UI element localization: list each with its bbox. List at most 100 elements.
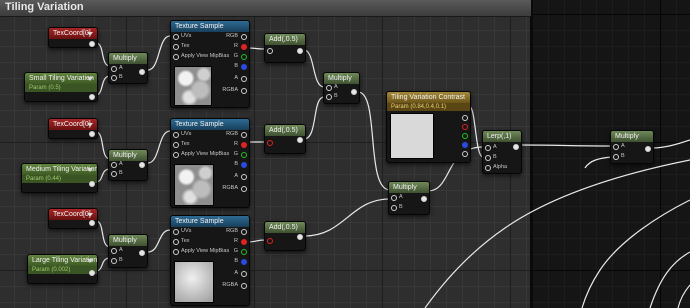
input-pin-icon[interactable] — [391, 195, 397, 201]
add-node-1[interactable]: Add(,0.5) — [264, 33, 306, 63]
material-graph[interactable]: Tiling Variation TexCoord[0] Small Tilin… — [0, 0, 690, 308]
input-pin-icon[interactable] — [173, 152, 179, 158]
input-pin-icon[interactable] — [326, 94, 332, 100]
dropdown-arrow-icon[interactable] — [87, 259, 93, 263]
input-pin-icon[interactable] — [111, 171, 117, 177]
input-pin-icon[interactable] — [111, 258, 117, 264]
output-pin-icon[interactable] — [241, 132, 247, 138]
output-pin-icon[interactable] — [89, 41, 95, 47]
output-pin-icon[interactable] — [513, 144, 519, 150]
multiply-node-5[interactable]: Multiply A B — [388, 181, 430, 215]
input-pin-icon[interactable] — [267, 48, 273, 54]
output-pin-icon[interactable] — [462, 115, 468, 121]
texture-sample-node-2[interactable]: Texture Sample UVs Tex Apply View MipBia… — [170, 118, 250, 208]
output-pin-icon[interactable] — [645, 146, 651, 152]
dropdown-arrow-icon[interactable] — [87, 32, 93, 36]
output-pin-icon[interactable] — [241, 186, 247, 192]
output-pin-icon[interactable] — [89, 94, 95, 100]
output-pin-icon[interactable] — [241, 229, 247, 235]
input-pin-icon[interactable] — [173, 34, 179, 40]
texcoord-node-3[interactable]: TexCoord[0] — [48, 208, 98, 229]
multiply-node-6[interactable]: Multiply A B — [610, 130, 654, 164]
param-large-tiling-variation[interactable]: Large Tiling Variation Param (0.002) — [27, 254, 98, 284]
output-pin-icon[interactable] — [462, 133, 468, 139]
texture-sample-node-3[interactable]: Texture Sample UVs Tex Apply View MipBia… — [170, 215, 250, 306]
add-node-3[interactable]: Add(,0.5) — [264, 221, 306, 251]
input-pin-icon[interactable] — [173, 239, 179, 245]
pin-label-g: G — [233, 53, 238, 59]
output-pin-icon[interactable] — [241, 283, 247, 289]
output-pin-icon[interactable] — [241, 88, 247, 94]
output-pin-icon[interactable] — [139, 250, 145, 256]
panel-divider[interactable] — [530, 0, 533, 308]
input-pin-icon[interactable] — [111, 162, 117, 168]
output-pin-icon[interactable] — [241, 54, 247, 60]
output-pin-icon[interactable] — [139, 162, 145, 168]
output-pin-icon[interactable] — [89, 181, 95, 187]
output-pin-icon[interactable] — [241, 44, 247, 50]
pin-label-tex: Tex — [181, 43, 190, 49]
output-pin-icon[interactable] — [241, 259, 247, 265]
output-pin-icon[interactable] — [241, 249, 247, 255]
output-pin-icon[interactable] — [89, 270, 95, 276]
input-pin-icon[interactable] — [485, 165, 491, 171]
multiply-node-1[interactable]: Multiply A B — [108, 52, 148, 84]
input-pin-icon[interactable] — [173, 142, 179, 148]
add-node-2[interactable]: Add(,0.5) — [264, 124, 306, 154]
input-pin-icon[interactable] — [613, 154, 619, 160]
output-pin-icon[interactable] — [297, 234, 303, 240]
output-pin-icon[interactable] — [89, 220, 95, 226]
output-pin-icon[interactable] — [421, 196, 427, 202]
dropdown-arrow-icon[interactable] — [87, 168, 93, 172]
texcoord-node-2[interactable]: TexCoord[0] — [48, 118, 98, 139]
multiply-node-2[interactable]: Multiply A B — [108, 149, 148, 181]
multiply-node-3[interactable]: Multiply A B — [108, 234, 148, 268]
output-pin-icon[interactable] — [241, 142, 247, 148]
output-pin-icon[interactable] — [462, 151, 468, 157]
param-tiling-variation-contrast[interactable]: Tiling Variation Contrast Param (0.84,0.… — [386, 91, 471, 163]
output-pin-icon[interactable] — [241, 64, 247, 70]
input-pin-icon[interactable] — [485, 155, 491, 161]
dropdown-arrow-icon[interactable] — [87, 123, 93, 127]
dropdown-arrow-icon[interactable] — [87, 77, 93, 81]
texcoord-node-1[interactable]: TexCoord[0] — [48, 27, 98, 48]
input-pin-icon[interactable] — [267, 238, 273, 244]
multiply-node-4[interactable]: Multiply A B — [323, 72, 360, 104]
input-pin-icon[interactable] — [267, 140, 273, 146]
input-pin-icon[interactable] — [391, 205, 397, 211]
lerp-node[interactable]: Lerp(,1) A B Alpha — [482, 130, 522, 174]
output-pin-icon[interactable] — [297, 137, 303, 143]
param-small-tiling-variation[interactable]: Small Tiling Variation Param (0.5) — [24, 72, 98, 102]
input-pin-icon[interactable] — [111, 66, 117, 72]
output-pin-icon[interactable] — [241, 76, 247, 82]
output-pin-icon[interactable] — [241, 271, 247, 277]
output-pin-icon[interactable] — [241, 239, 247, 245]
input-pin-icon[interactable] — [173, 44, 179, 50]
output-pin-icon[interactable] — [139, 69, 145, 75]
input-pin-icon[interactable] — [485, 145, 491, 151]
output-pin-icon[interactable] — [241, 34, 247, 40]
input-pin-icon[interactable] — [111, 248, 117, 254]
dropdown-arrow-icon[interactable] — [87, 213, 93, 217]
texture-preview — [174, 164, 214, 206]
input-pin-icon[interactable] — [173, 132, 179, 138]
pin-label-a: A — [234, 75, 238, 81]
output-pin-icon[interactable] — [462, 142, 468, 148]
output-pin-icon[interactable] — [241, 162, 247, 168]
output-pin-icon[interactable] — [89, 131, 95, 137]
input-pin-icon[interactable] — [111, 75, 117, 81]
input-pin-icon[interactable] — [173, 249, 179, 255]
output-pin-icon[interactable] — [241, 152, 247, 158]
output-pin-icon[interactable] — [351, 89, 357, 95]
pin-label-uvs: UVs — [181, 33, 192, 39]
input-pin-icon[interactable] — [326, 85, 332, 91]
input-pin-icon[interactable] — [613, 144, 619, 150]
output-pin-icon[interactable] — [241, 174, 247, 180]
input-pin-icon[interactable] — [173, 54, 179, 60]
param-medium-tiling-variation[interactable]: Medium Tiling Variation Param (0.44) — [21, 163, 98, 193]
output-pin-icon[interactable] — [297, 48, 303, 54]
pin-label-b: B — [234, 63, 238, 69]
input-pin-icon[interactable] — [173, 229, 179, 235]
texture-sample-node-1[interactable]: Texture Sample UVs Tex Apply View MipBia… — [170, 20, 250, 108]
output-pin-icon[interactable] — [462, 124, 468, 130]
